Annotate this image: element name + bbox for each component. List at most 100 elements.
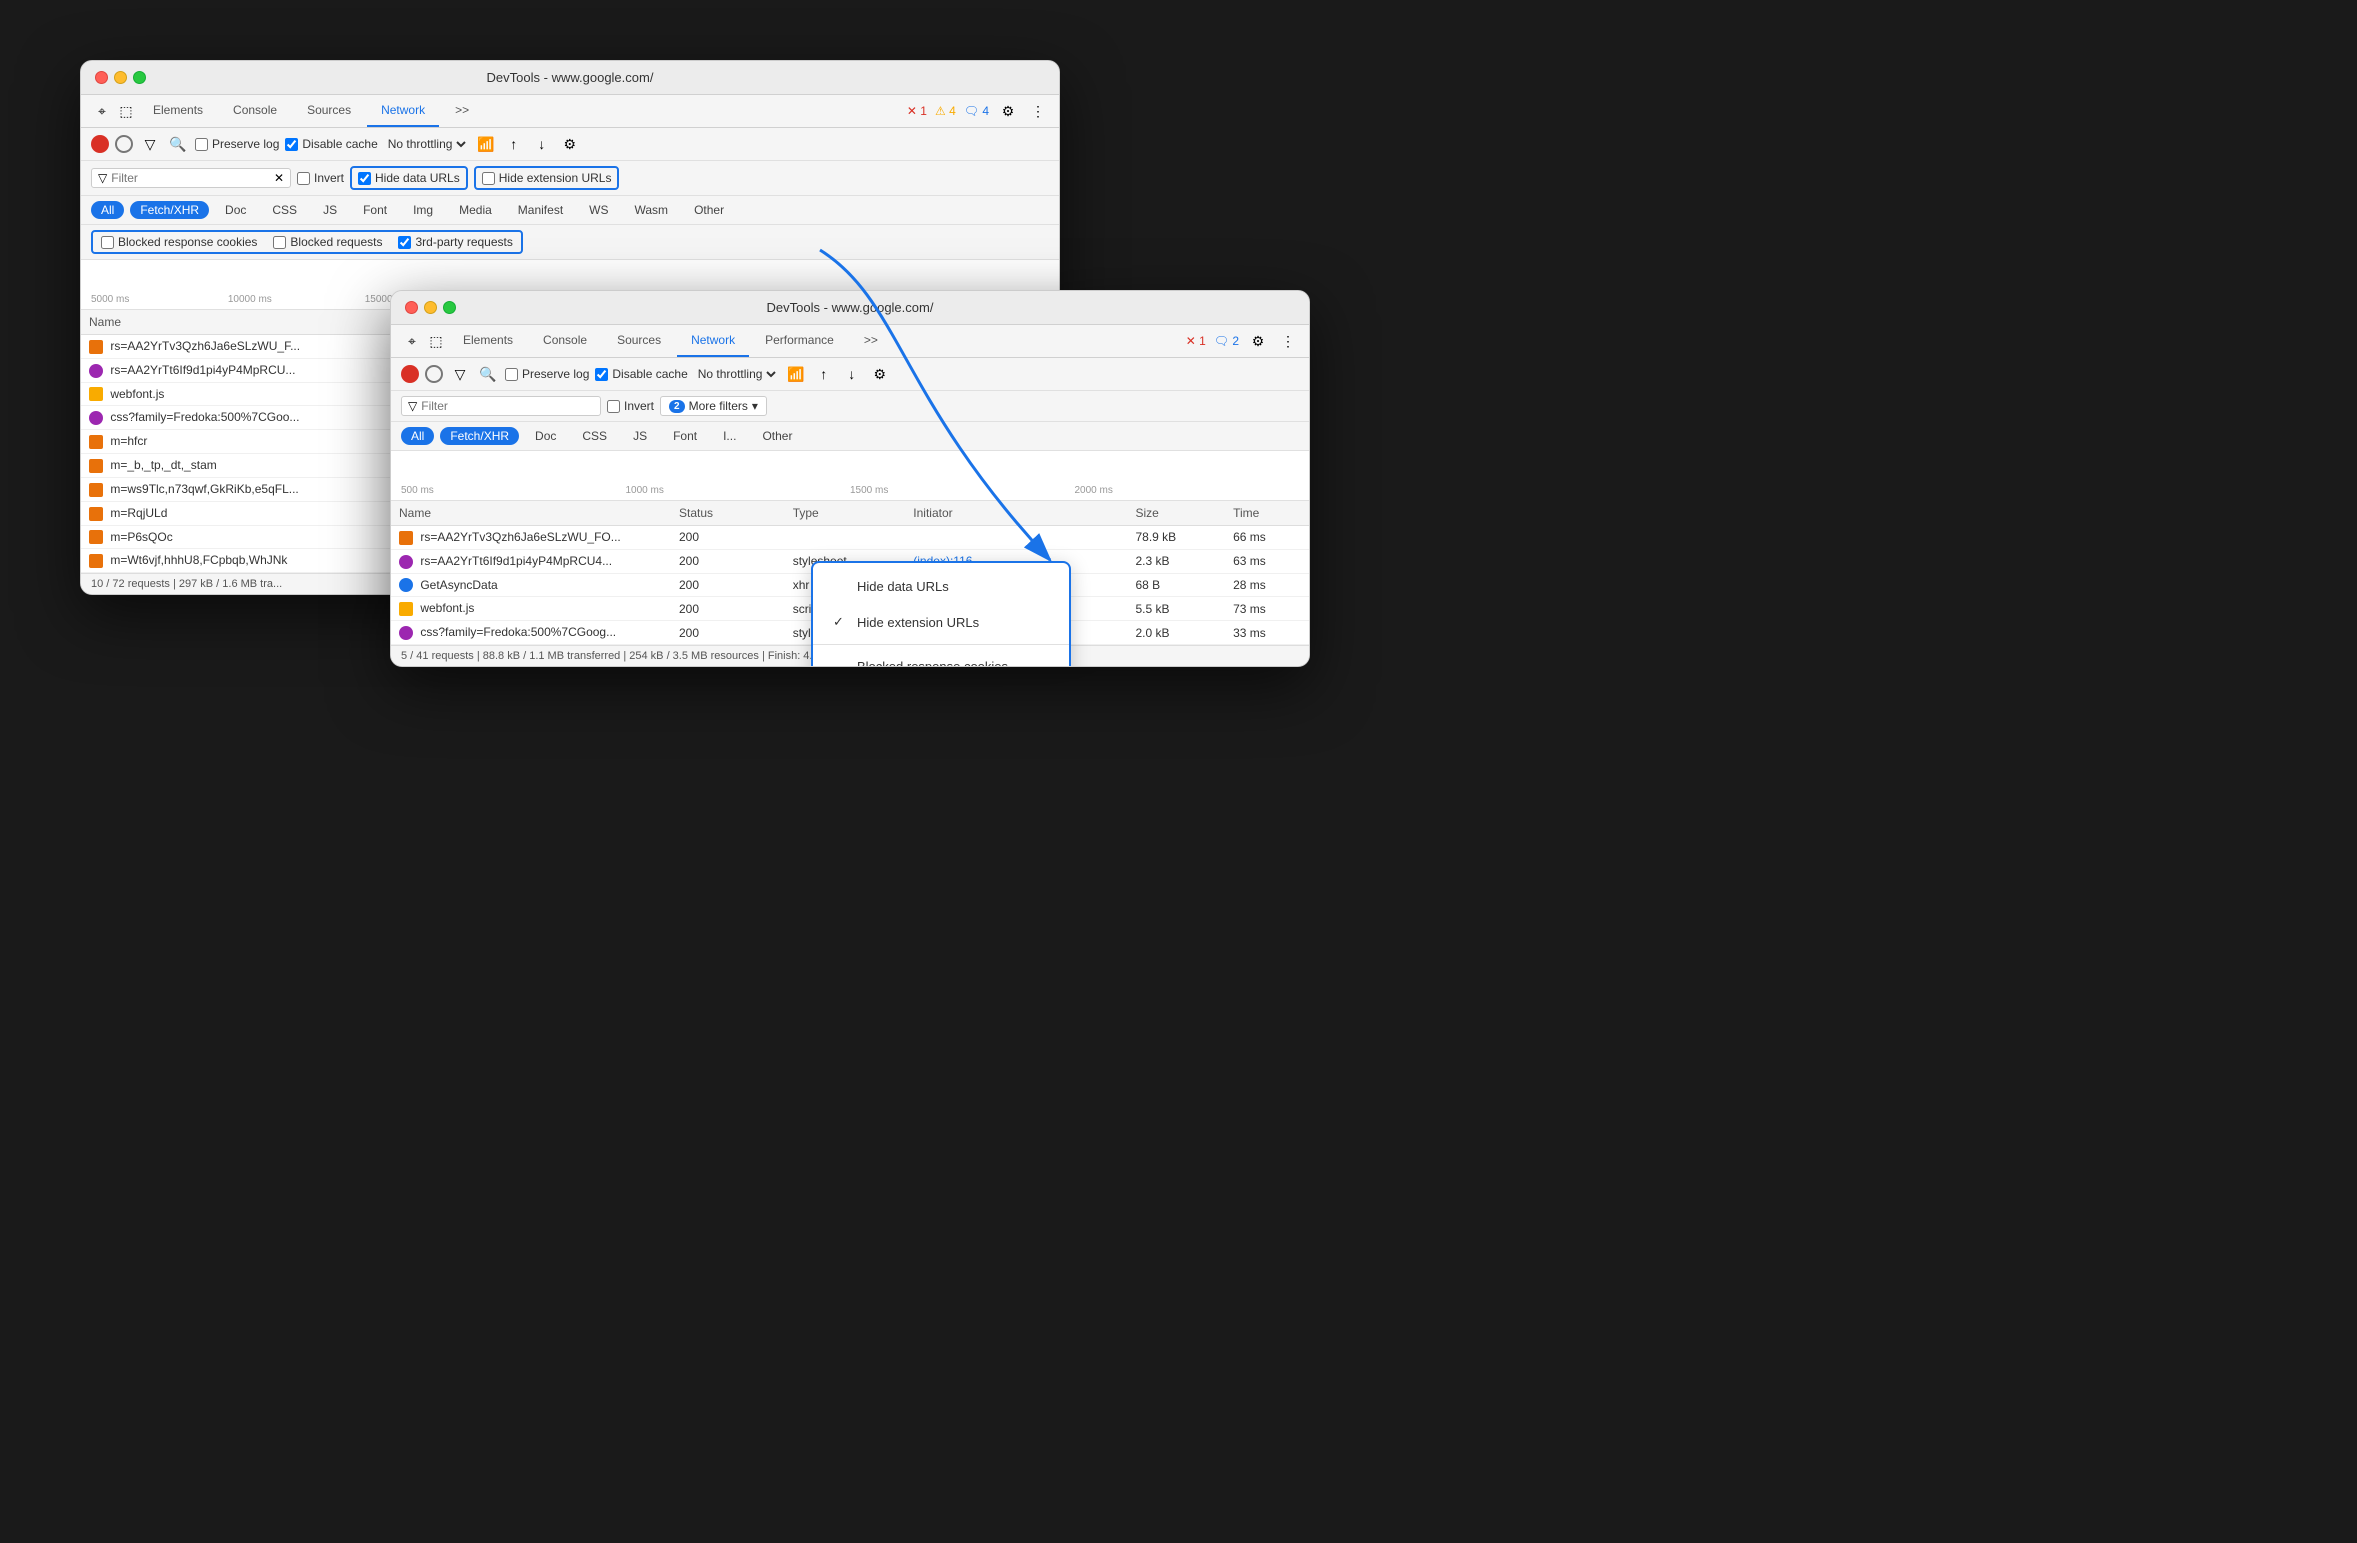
clear-back[interactable] <box>115 135 133 153</box>
search-icon-back[interactable]: 🔍 <box>167 133 189 155</box>
hide-ext-urls-checkbox-back[interactable] <box>482 172 495 185</box>
preserve-log-label-back[interactable]: Preserve log <box>195 137 279 151</box>
filter-text-back[interactable] <box>111 171 270 185</box>
disable-cache-label-back[interactable]: Disable cache <box>285 137 377 151</box>
filter-doc-front[interactable]: Doc <box>525 427 566 445</box>
invert-checkbox-front[interactable] <box>607 400 620 413</box>
filter-text-front[interactable] <box>421 399 594 413</box>
filter-js-front[interactable]: JS <box>623 427 657 445</box>
filter-all-back[interactable]: All <box>91 201 124 219</box>
third-party-cb-back[interactable] <box>398 236 411 249</box>
filter-font-back[interactable]: Font <box>353 201 397 219</box>
filter-other-back[interactable]: Other <box>684 201 734 219</box>
filter-img-front[interactable]: I... <box>713 427 746 445</box>
settings2-icon-front[interactable]: ⚙ <box>869 363 891 385</box>
filter-fetchxhr-front[interactable]: Fetch/XHR <box>440 427 519 445</box>
close-button-front[interactable] <box>405 301 418 314</box>
download-icon-back[interactable]: ↓ <box>531 133 553 155</box>
cell-size: 78.9 kB <box>1127 526 1225 550</box>
filter-icon-back[interactable]: ▽ <box>139 133 161 155</box>
filter-doc-back[interactable]: Doc <box>215 201 256 219</box>
minimize-button[interactable] <box>114 71 127 84</box>
hide-data-urls-label-back[interactable]: Hide data URLs <box>350 166 468 190</box>
throttle-select-front[interactable]: No throttling <box>694 366 779 382</box>
tab-elements-back[interactable]: Elements <box>139 95 217 127</box>
clear-front[interactable] <box>425 365 443 383</box>
filter-other-front[interactable]: Other <box>752 427 802 445</box>
cursor-icon-front[interactable]: ⌖ <box>401 330 423 352</box>
wifi-icon-back[interactable]: 📶 <box>475 133 497 155</box>
third-party-label-back[interactable]: 3rd-party requests <box>398 235 512 249</box>
wifi-icon-front[interactable]: 📶 <box>785 363 807 385</box>
filter-css-back[interactable]: CSS <box>262 201 307 219</box>
maximize-button[interactable] <box>133 71 146 84</box>
tab-console-front[interactable]: Console <box>529 325 601 357</box>
invert-label-front[interactable]: Invert <box>607 399 654 413</box>
more-filters-badge: 2 <box>669 400 685 413</box>
hide-ext-urls-label-back[interactable]: Hide extension URLs <box>474 166 620 190</box>
more-icon-front[interactable]: ⋮ <box>1277 330 1299 352</box>
upload-icon-front[interactable]: ↑ <box>813 363 835 385</box>
preserve-log-checkbox-back[interactable] <box>195 138 208 151</box>
filter-ws-back[interactable]: WS <box>579 201 618 219</box>
close-button[interactable] <box>95 71 108 84</box>
filter-font-front[interactable]: Font <box>663 427 707 445</box>
settings-icon-back[interactable]: ⚙ <box>997 100 1019 122</box>
tab-performance-front[interactable]: Performance <box>751 325 848 357</box>
dropdown-blocked-cookies[interactable]: Blocked response cookies <box>813 649 1069 667</box>
filter-clear-icon-back[interactable]: ✕ <box>274 171 284 185</box>
table-row[interactable]: rs=AA2YrTv3Qzh6Ja6eSLzWU_FO... 200 78.9 … <box>391 526 1309 550</box>
upload-icon-back[interactable]: ↑ <box>503 133 525 155</box>
download-icon-front[interactable]: ↓ <box>841 363 863 385</box>
filter-input-back[interactable]: ▽ ✕ <box>91 168 291 188</box>
tab-more-back[interactable]: >> <box>441 95 483 127</box>
settings2-icon-back[interactable]: ⚙ <box>559 133 581 155</box>
element-picker-icon-front[interactable]: ⬚ <box>425 330 447 352</box>
tab-elements-front[interactable]: Elements <box>449 325 527 357</box>
window-title: DevTools - www.google.com/ <box>487 70 654 85</box>
filter-fetchxhr-back[interactable]: Fetch/XHR <box>130 201 209 219</box>
hide-data-urls-checkbox-back[interactable] <box>358 172 371 185</box>
filter-manifest-back[interactable]: Manifest <box>508 201 573 219</box>
dropdown-hide-data-urls[interactable]: Hide data URLs <box>813 569 1069 604</box>
tab-console-back[interactable]: Console <box>219 95 291 127</box>
maximize-button-front[interactable] <box>443 301 456 314</box>
filter-media-back[interactable]: Media <box>449 201 502 219</box>
filter-css-front[interactable]: CSS <box>572 427 617 445</box>
preserve-log-checkbox-front[interactable] <box>505 368 518 381</box>
stop-recording-back[interactable] <box>91 135 109 153</box>
blocked-requests-label-back[interactable]: Blocked requests <box>273 235 382 249</box>
preserve-log-label-front[interactable]: Preserve log <box>505 367 589 381</box>
tab-more-front[interactable]: >> <box>850 325 892 357</box>
filter-all-front[interactable]: All <box>401 427 434 445</box>
disable-cache-checkbox-front[interactable] <box>595 368 608 381</box>
more-icon-back[interactable]: ⋮ <box>1027 100 1049 122</box>
blocked-cookies-label-back[interactable]: Blocked response cookies <box>101 235 257 249</box>
invert-checkbox-back[interactable] <box>297 172 310 185</box>
dropdown-hide-ext-urls[interactable]: ✓ Hide extension URLs <box>813 604 1069 640</box>
disable-cache-label-front[interactable]: Disable cache <box>595 367 687 381</box>
filter-icon-front[interactable]: ▽ <box>449 363 471 385</box>
element-picker-icon[interactable]: ⬚ <box>115 100 137 122</box>
invert-label-back[interactable]: Invert <box>297 171 344 185</box>
filter-wasm-back[interactable]: Wasm <box>625 201 679 219</box>
resource-icon <box>89 483 103 497</box>
tab-network-front[interactable]: Network <box>677 325 749 357</box>
stop-recording-front[interactable] <box>401 365 419 383</box>
throttle-select-back[interactable]: No throttling <box>384 136 469 152</box>
settings-icon-front[interactable]: ⚙ <box>1247 330 1269 352</box>
tab-sources-front[interactable]: Sources <box>603 325 675 357</box>
filter-input-front[interactable]: ▽ <box>401 396 601 416</box>
filter-js-back[interactable]: JS <box>313 201 347 219</box>
tab-sources-back[interactable]: Sources <box>293 95 365 127</box>
blocked-requests-cb-back[interactable] <box>273 236 286 249</box>
more-filters-button[interactable]: 2 More filters ▾ <box>660 396 767 416</box>
tab-network-back[interactable]: Network <box>367 95 439 127</box>
disable-cache-checkbox-back[interactable] <box>285 138 298 151</box>
cursor-icon[interactable]: ⌖ <box>91 100 113 122</box>
search-icon-front[interactable]: 🔍 <box>477 363 499 385</box>
minimize-button-front[interactable] <box>424 301 437 314</box>
cell-name-front: GetAsyncData <box>391 573 671 597</box>
blocked-cookies-cb-back[interactable] <box>101 236 114 249</box>
filter-img-back[interactable]: Img <box>403 201 443 219</box>
